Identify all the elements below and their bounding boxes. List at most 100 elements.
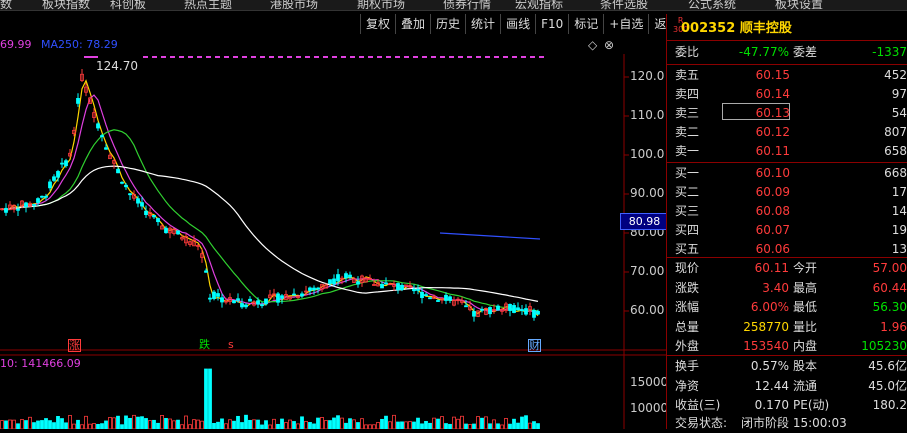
volume-bar [228, 419, 232, 429]
marker-s[interactable]: s [228, 339, 234, 350]
ask-qty: 54 [891, 106, 907, 120]
bid-row[interactable]: 买四 60.07 19 [667, 221, 907, 240]
signal-dot [341, 56, 346, 58]
volume-bar [308, 422, 312, 429]
candle-body [428, 297, 432, 300]
volume-bar [168, 418, 172, 429]
volume-bar [192, 419, 196, 429]
volume-bar [216, 421, 220, 429]
menu-item[interactable]: 板块指数 [42, 0, 90, 10]
volume-bar [0, 420, 4, 429]
menu-item[interactable]: 条件选股 [600, 0, 648, 10]
volume-bar [32, 422, 36, 429]
ask-row[interactable]: 卖五 60.15 452 [667, 66, 907, 85]
volume-bar [280, 418, 284, 429]
candle-body [96, 123, 100, 129]
quote-row: 总量 258770 量比 1.96 [667, 318, 907, 337]
signal-dot [251, 56, 256, 58]
volume-bar [392, 414, 396, 429]
volume-bar [232, 420, 236, 429]
marker-cai[interactable]: 财 [528, 339, 541, 352]
quote-label2: 最低 [793, 300, 818, 314]
quote-value2: 57.00 [872, 261, 907, 275]
menu-item[interactable]: 期权市场 [357, 0, 405, 10]
separator [667, 162, 907, 163]
signal-dot [242, 56, 247, 58]
top-menu: 数 板块指数 科创板 热点主题 港股市场 期权市场 债券行情 宏观指标 条件选股… [0, 0, 907, 11]
volume-bar [260, 424, 264, 429]
volume-bar [60, 418, 64, 429]
volume-bar [396, 421, 400, 429]
menu-item[interactable]: 债券行情 [443, 0, 491, 10]
signal-dot [530, 56, 535, 58]
volume-bar [432, 417, 436, 429]
signal-dot [503, 56, 508, 58]
volume-bar [16, 423, 20, 429]
candle-body [4, 207, 8, 213]
menu-item[interactable]: 港股市场 [270, 0, 318, 10]
candle-body [300, 293, 304, 297]
bid-row[interactable]: 买二 60.09 17 [667, 183, 907, 202]
candle-body [312, 287, 316, 291]
menu-item[interactable]: 板块设置 [775, 0, 823, 10]
toolbar-stats-button[interactable]: 统计 [465, 14, 500, 34]
candle-body [348, 274, 352, 278]
signal-dot [215, 56, 220, 58]
quote-value: 258770 [743, 319, 789, 334]
signal-dot [476, 56, 481, 58]
volume-bar [452, 416, 456, 429]
signal-dot [404, 56, 409, 58]
volume-bar [324, 420, 328, 429]
signal-dot [395, 56, 400, 58]
menu-item[interactable]: 热点主题 [184, 0, 232, 10]
menu-item[interactable]: 宏观指标 [515, 0, 563, 10]
volume-bar [456, 418, 460, 429]
candle-body [448, 296, 452, 301]
toolbar-fuquan-button[interactable]: 复权 [360, 14, 395, 34]
toolbar-draw-button[interactable]: 画线 [500, 14, 535, 34]
signal-dot [332, 56, 337, 58]
toolbar-history-button[interactable]: 历史 [430, 14, 465, 34]
ask-qty: 452 [884, 68, 907, 82]
separator [667, 64, 907, 65]
candle-body [44, 195, 48, 198]
menu-item[interactable]: 科创板 [110, 0, 146, 10]
stats-row: 收益(三) 0.170 PE(动) 180.2 [667, 396, 907, 415]
volume-bar [380, 418, 384, 429]
volume-bar [284, 422, 288, 429]
bid-row[interactable]: 买三 60.08 14 [667, 202, 907, 221]
ask-row[interactable]: 卖二 60.12 807 [667, 123, 907, 142]
stock-code-name[interactable]: 002352 顺丰控股 [681, 17, 792, 36]
toolbar-f10-button[interactable]: F10 [535, 14, 568, 34]
menu-item[interactable]: 公式系统 [688, 0, 736, 10]
signal-dot [188, 56, 193, 58]
marker-die[interactable]: 跌 [199, 339, 210, 350]
toolbar-overlay-button[interactable]: 叠加 [395, 14, 430, 34]
signal-dot [368, 56, 373, 58]
signal-dot [287, 56, 292, 58]
ask-price: 60.15 [755, 68, 790, 82]
volume-legend-prefix: 10: [0, 357, 22, 370]
bid-label: 买一 [675, 166, 700, 180]
candle-body [316, 287, 320, 290]
signal-dot [161, 56, 166, 58]
toolbar-add-watchlist-button[interactable]: +自选 [603, 14, 648, 34]
volume-bar [176, 419, 180, 429]
ask-row[interactable]: 卖一 60.11 658 [667, 142, 907, 161]
toolbar-mark-button[interactable]: 标记 [568, 14, 603, 34]
signal-dot [377, 56, 382, 58]
candle-body [356, 281, 360, 285]
menu-item[interactable]: 数 [0, 0, 12, 10]
ask-row[interactable]: 卖四 60.14 97 [667, 85, 907, 104]
volume-legend-value: 141466.09 [21, 357, 81, 370]
quote-label2: 最高 [793, 280, 818, 295]
volume-bar [240, 422, 244, 429]
volume-bar [180, 424, 184, 429]
volume-bar [420, 423, 424, 429]
volume-bar [256, 419, 260, 429]
volume-bar [340, 417, 344, 429]
kline-chart[interactable] [0, 34, 666, 429]
bid-row[interactable]: 买一 60.10 668 [667, 164, 907, 183]
marker-zhang[interactable]: 涨 [68, 339, 81, 352]
volume-bar [208, 368, 212, 429]
